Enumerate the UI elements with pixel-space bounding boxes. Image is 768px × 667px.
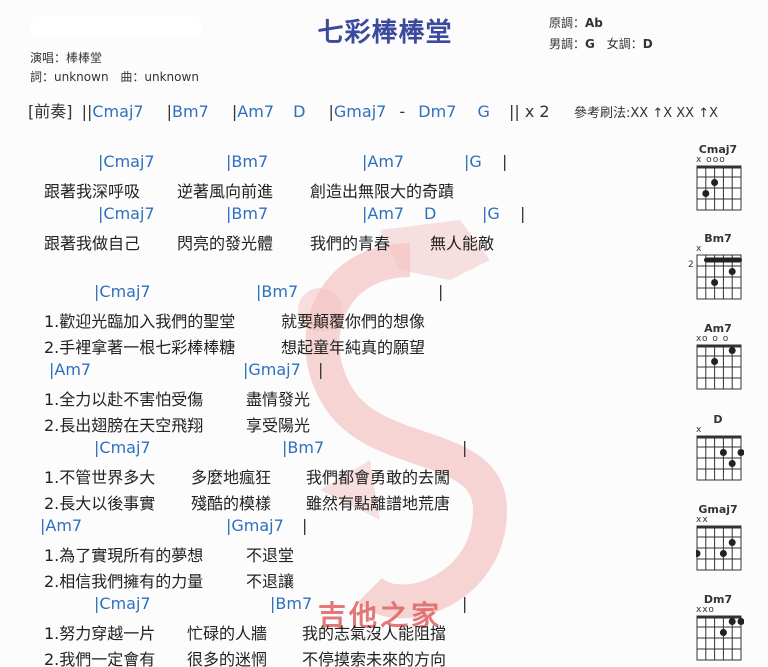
chord: |Bm7 <box>226 204 269 223</box>
lyric: 我的志氣沒人能阻擋 <box>302 624 447 643</box>
bar-line: | <box>462 594 468 613</box>
lyric: 忙碌的人牆 <box>187 624 268 643</box>
chord: |Am7 <box>49 360 92 379</box>
lyric: 1.全力以赴不害怕受傷 <box>44 390 204 409</box>
fretboard-icon <box>696 165 742 211</box>
lyric: 殘酷的模樣 <box>191 494 272 513</box>
strum-pattern: 參考刷法:XX ↑X XX ↑X <box>574 106 718 121</box>
song-sheet: 吉他之家 七彩棒棒堂 原調：Ab 男調：G 女調：D 演唱：棒棒堂 詞：unkn… <box>0 0 768 667</box>
lyric: 1.為了實現所有的夢想 <box>44 546 204 565</box>
fretboard-icon <box>696 525 742 571</box>
chord: |Gmaj7 <box>243 360 301 379</box>
lyric: 2.我們一定會有 <box>44 650 156 667</box>
chord: |Cmaj7 <box>98 152 155 171</box>
lyric: 2.長大以後事實 <box>44 494 156 513</box>
lyric: 1.努力穿越一片 <box>44 624 156 643</box>
lyric: 盡情發光 <box>246 390 311 409</box>
chord: |G <box>464 152 482 171</box>
bar-line: | <box>520 204 526 223</box>
bar-line: | <box>502 152 508 171</box>
fretboard-icon <box>696 615 744 661</box>
lyric: 享受陽光 <box>246 416 311 435</box>
male-female-key: 男調：G 女調：D <box>549 37 653 51</box>
lyric: 跟著我做自己 <box>44 234 141 253</box>
lyric: 2.手裡拿著一根七彩棒棒糖 <box>44 338 236 357</box>
lyric: 雖然有點離譜地荒唐 <box>306 494 451 513</box>
credits: 詞：unknown 曲：unknown <box>30 70 199 84</box>
lyric: 2.長出翅膀在天空飛翔 <box>44 416 204 435</box>
intro-line: [前奏] ||Cmaj7 |Bm7 |Am7 D |Gmaj7 - Dm7 G … <box>28 102 550 121</box>
chord: |Bm7 <box>256 282 299 301</box>
chord: |Cmaj7 <box>94 438 151 457</box>
bar-line: | <box>438 282 444 301</box>
chord: |G <box>482 204 500 223</box>
lyric: 2.相信我們擁有的力量 <box>44 572 204 591</box>
bar-line: | <box>318 360 324 379</box>
chord: |Cmaj7 <box>98 204 155 223</box>
lyric: 創造出無限大的奇蹟 <box>310 182 455 201</box>
song-title: 七彩棒棒堂 <box>317 18 453 48</box>
lyric: 1.歡迎光臨加入我們的聖堂 <box>44 312 236 331</box>
bar-line: | <box>302 516 308 535</box>
fretboard-icon <box>696 254 742 300</box>
chord: |Am7 <box>40 516 83 535</box>
chord: |Cmaj7 <box>94 282 151 301</box>
lyric: 無人能敵 <box>430 234 495 253</box>
lyric: 不停摸索未來的方向 <box>302 650 447 667</box>
chord: |Am7 <box>362 204 405 223</box>
fretboard-icon <box>696 344 742 390</box>
lyric: 我們的青春 <box>310 234 391 253</box>
lyric: 很多的迷惘 <box>187 650 268 667</box>
lyric: 閃亮的發光體 <box>177 234 274 253</box>
original-key: 原調：Ab <box>549 16 603 30</box>
lyric: 逆著風向前進 <box>177 182 274 201</box>
lyric: 跟著我深呼吸 <box>44 182 141 201</box>
bar-line: | <box>462 438 468 457</box>
fretboard-icon <box>696 435 744 481</box>
chord: |Gmaj7 <box>226 516 284 535</box>
lyric: 我們都會勇敢的去闖 <box>306 468 451 487</box>
lyric: 不退讓 <box>246 572 295 591</box>
lyric: 就要顛覆你們的想像 <box>281 312 426 331</box>
chord: |Am7 <box>362 152 405 171</box>
chord: |Bm7 <box>226 152 269 171</box>
singer: 演唱：棒棒堂 <box>30 51 103 65</box>
chord: |Bm7 <box>282 438 325 457</box>
lyric: 想起童年純真的願望 <box>281 338 426 357</box>
lyric: 多麼地瘋狂 <box>191 468 272 487</box>
chord: D <box>424 204 437 223</box>
chord: |Cmaj7 <box>94 594 151 613</box>
blank-label-box <box>30 16 202 36</box>
lyric: 1.不管世界多大 <box>44 468 156 487</box>
chord: |Bm7 <box>270 594 313 613</box>
lyric: 不退堂 <box>246 546 295 565</box>
